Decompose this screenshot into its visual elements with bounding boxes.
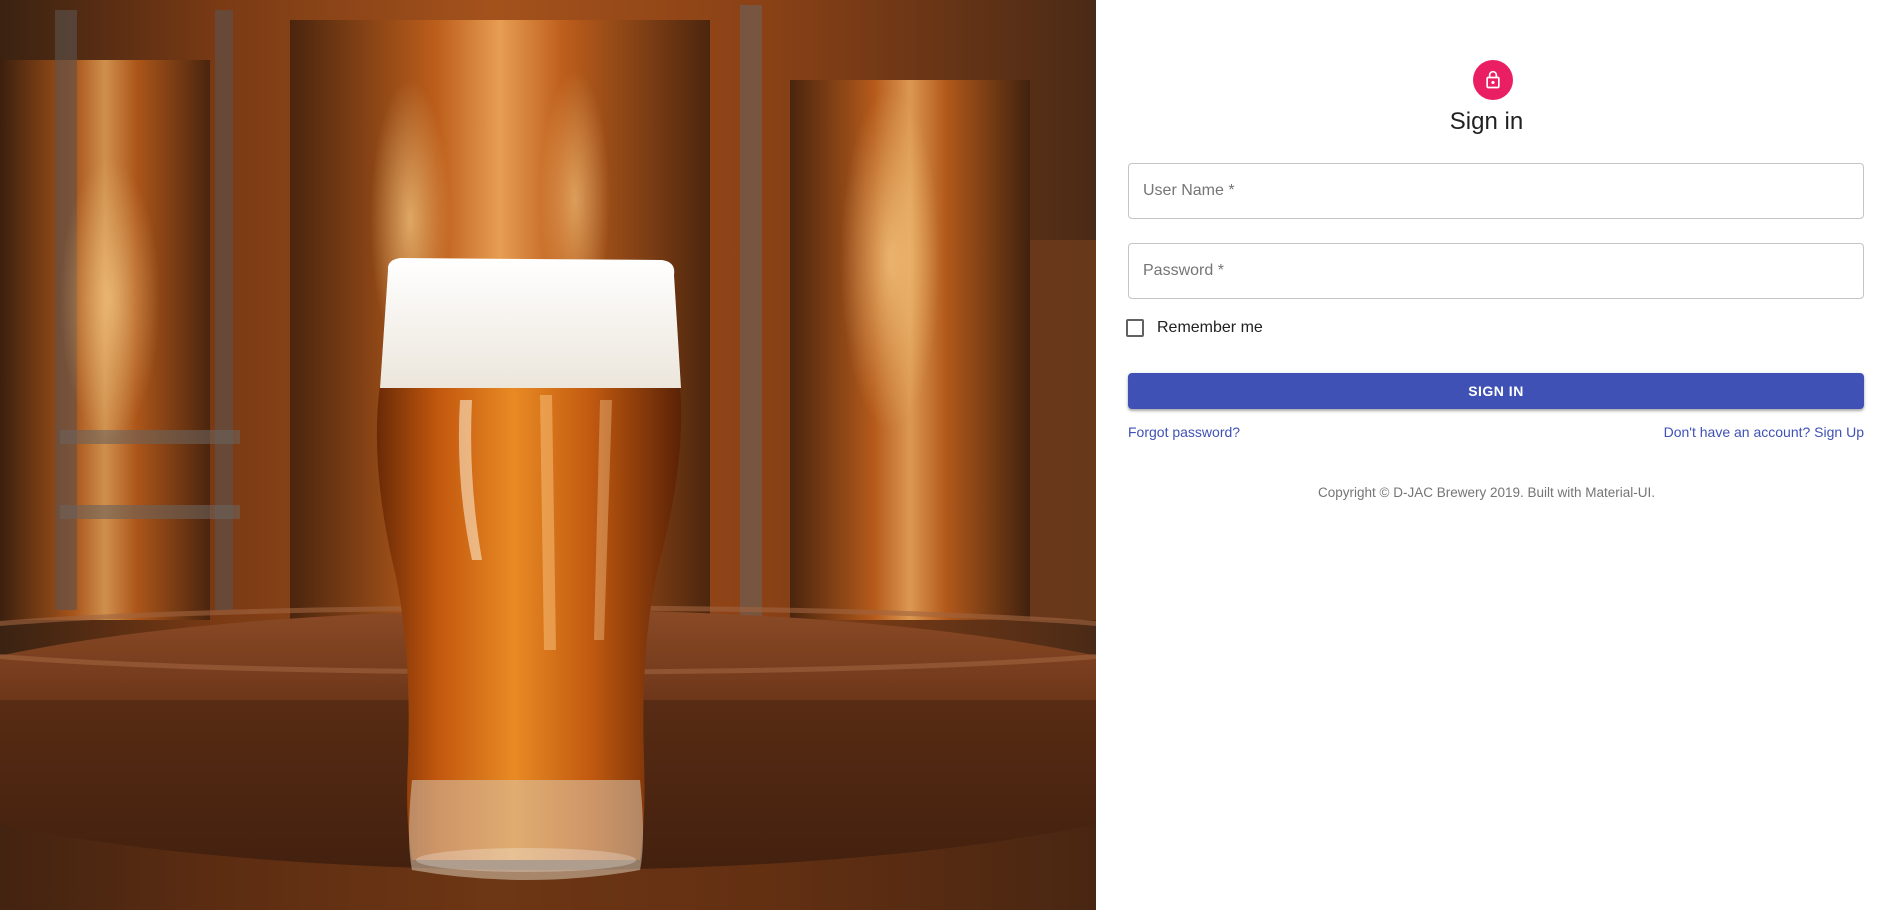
- lock-outlined-icon: [1486, 70, 1500, 89]
- remember-me-checkbox[interactable]: Remember me: [1125, 314, 1263, 342]
- username-input[interactable]: [1129, 164, 1863, 218]
- sign-in-button[interactable]: SIGN IN: [1128, 373, 1864, 409]
- username-field[interactable]: User Name *: [1128, 163, 1864, 219]
- password-field[interactable]: Password *: [1128, 243, 1864, 299]
- copyright-text: Copyright © D-JAC Brewery 2019. Built wi…: [1317, 485, 1656, 500]
- checkbox-box[interactable]: [1126, 319, 1144, 337]
- beer-glass-photo: [0, 0, 1096, 910]
- sign-in-panel: Sign in User Name * Password * Remember …: [1096, 0, 1877, 910]
- lock-avatar: [1473, 60, 1513, 100]
- remember-me-label: Remember me: [1157, 319, 1263, 336]
- password-input[interactable]: [1129, 244, 1863, 298]
- page-title: Sign in: [1449, 108, 1524, 135]
- hero-image: [0, 0, 1096, 910]
- sign-in-page: Sign in User Name * Password * Remember …: [0, 0, 1877, 910]
- forgot-password-link[interactable]: Forgot password?: [1128, 424, 1240, 440]
- sign-up-link[interactable]: Don't have an account? Sign Up: [1664, 424, 1864, 440]
